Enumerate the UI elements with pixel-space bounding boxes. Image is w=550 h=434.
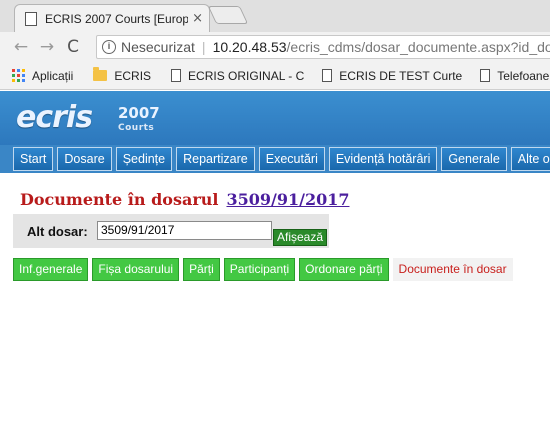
menu-alte[interactable]: Alte o [510,147,550,171]
page-favicon-icon [25,11,37,26]
page-icon [322,69,333,82]
bookmark-telefoane[interactable]: Telefoane int [480,69,550,83]
logo-subtitle: Courts [118,123,155,133]
tab-parti[interactable]: Părți [183,258,220,281]
page-title-text: Documente în dosarul [20,190,219,209]
tab-documente-in-dosar[interactable]: Documente în dosar [392,258,513,281]
menu-repartizare[interactable]: Repartizare [176,147,255,171]
tab-ordonare-parti[interactable]: Ordonare părți [299,258,389,281]
back-arrow-icon[interactable]: ← [8,37,34,57]
browser-tab[interactable]: ECRIS 2007 Courts [Europ × [14,4,210,32]
page-title: Documente în dosarul 3509/91/2017 [20,190,349,209]
close-tab-icon[interactable]: × [192,11,203,26]
main-menu: Start Dosare Ședințe Repartizare Execută… [0,145,550,173]
bookmark-ecris-test[interactable]: ECRIS DE TEST Curte [322,69,462,83]
browser-tabstrip: ECRIS 2007 Courts [Europ × [0,0,550,32]
app-banner: ecris 2007 Courts [0,91,550,145]
reload-icon[interactable]: C [60,37,86,57]
alt-dosar-input[interactable]: 3509/91/2017 [97,221,272,240]
case-subtabs: Inf.generale Fișa dosarului Părți Partic… [13,258,517,281]
bookmark-label: ECRIS [114,68,152,83]
address-bar[interactable]: i Nesecurizat | 10.20.48.53 /ecris_cdms/… [96,35,550,59]
address-separator: | [201,39,206,55]
tab-fisa-dosarului[interactable]: Fișa dosarului [92,258,180,281]
bookmark-label: ECRIS DE TEST Curte [339,68,463,83]
bookmark-ecris-folder[interactable]: ECRIS [93,67,152,83]
case-number-link[interactable]: 3509/91/2017 [226,190,349,209]
bookmarks-bar: Aplicații ECRIS ECRIS ORIGINAL - C ECRIS… [0,62,550,90]
tab-participanti[interactable]: Participanți [223,258,296,281]
alt-dosar-panel: Alt dosar: 3509/91/2017 Afișează [13,214,329,248]
alt-dosar-label: Alt dosar: [27,224,88,239]
new-tab-button[interactable] [207,6,249,24]
menu-dosare[interactable]: Dosare [57,147,112,171]
bookmark-label: Telefoane int [497,68,550,83]
page-icon [171,69,182,82]
bookmark-label: ECRIS ORIGINAL - C [188,68,305,83]
url-host: 10.20.48.53 [212,39,287,55]
menu-executari[interactable]: Executări [258,147,325,171]
apps-grid-icon [12,69,25,82]
menu-evidenta-hotarari[interactable]: Evidență hotărâri [328,147,438,171]
folder-icon [93,67,108,81]
tab-title: ECRIS 2007 Courts [Europ [45,11,189,26]
browser-toolbar: ← → C i Nesecurizat | 10.20.48.53 /ecris… [0,32,550,62]
ecris-logo: ecris [16,100,93,135]
bookmark-apps[interactable]: Aplicații [12,69,73,83]
security-label: Nesecurizat [121,39,195,55]
page-icon [480,69,491,82]
menu-start[interactable]: Start [13,147,54,171]
logo-year: 2007 [118,104,160,122]
info-icon[interactable]: i [102,40,116,54]
bookmark-ecris-original[interactable]: ECRIS ORIGINAL - C [171,69,304,83]
menu-sedinte[interactable]: Ședințe [115,147,173,171]
menu-generale[interactable]: Generale [441,147,507,171]
tab-inf-generale[interactable]: Inf.generale [13,258,89,281]
show-button[interactable]: Afișează [273,229,327,246]
url-path: /ecris_cdms/dosar_documente.aspx?id_dosa [286,39,550,55]
forward-arrow-icon[interactable]: → [34,37,60,57]
bookmark-label: Aplicații [32,68,74,83]
